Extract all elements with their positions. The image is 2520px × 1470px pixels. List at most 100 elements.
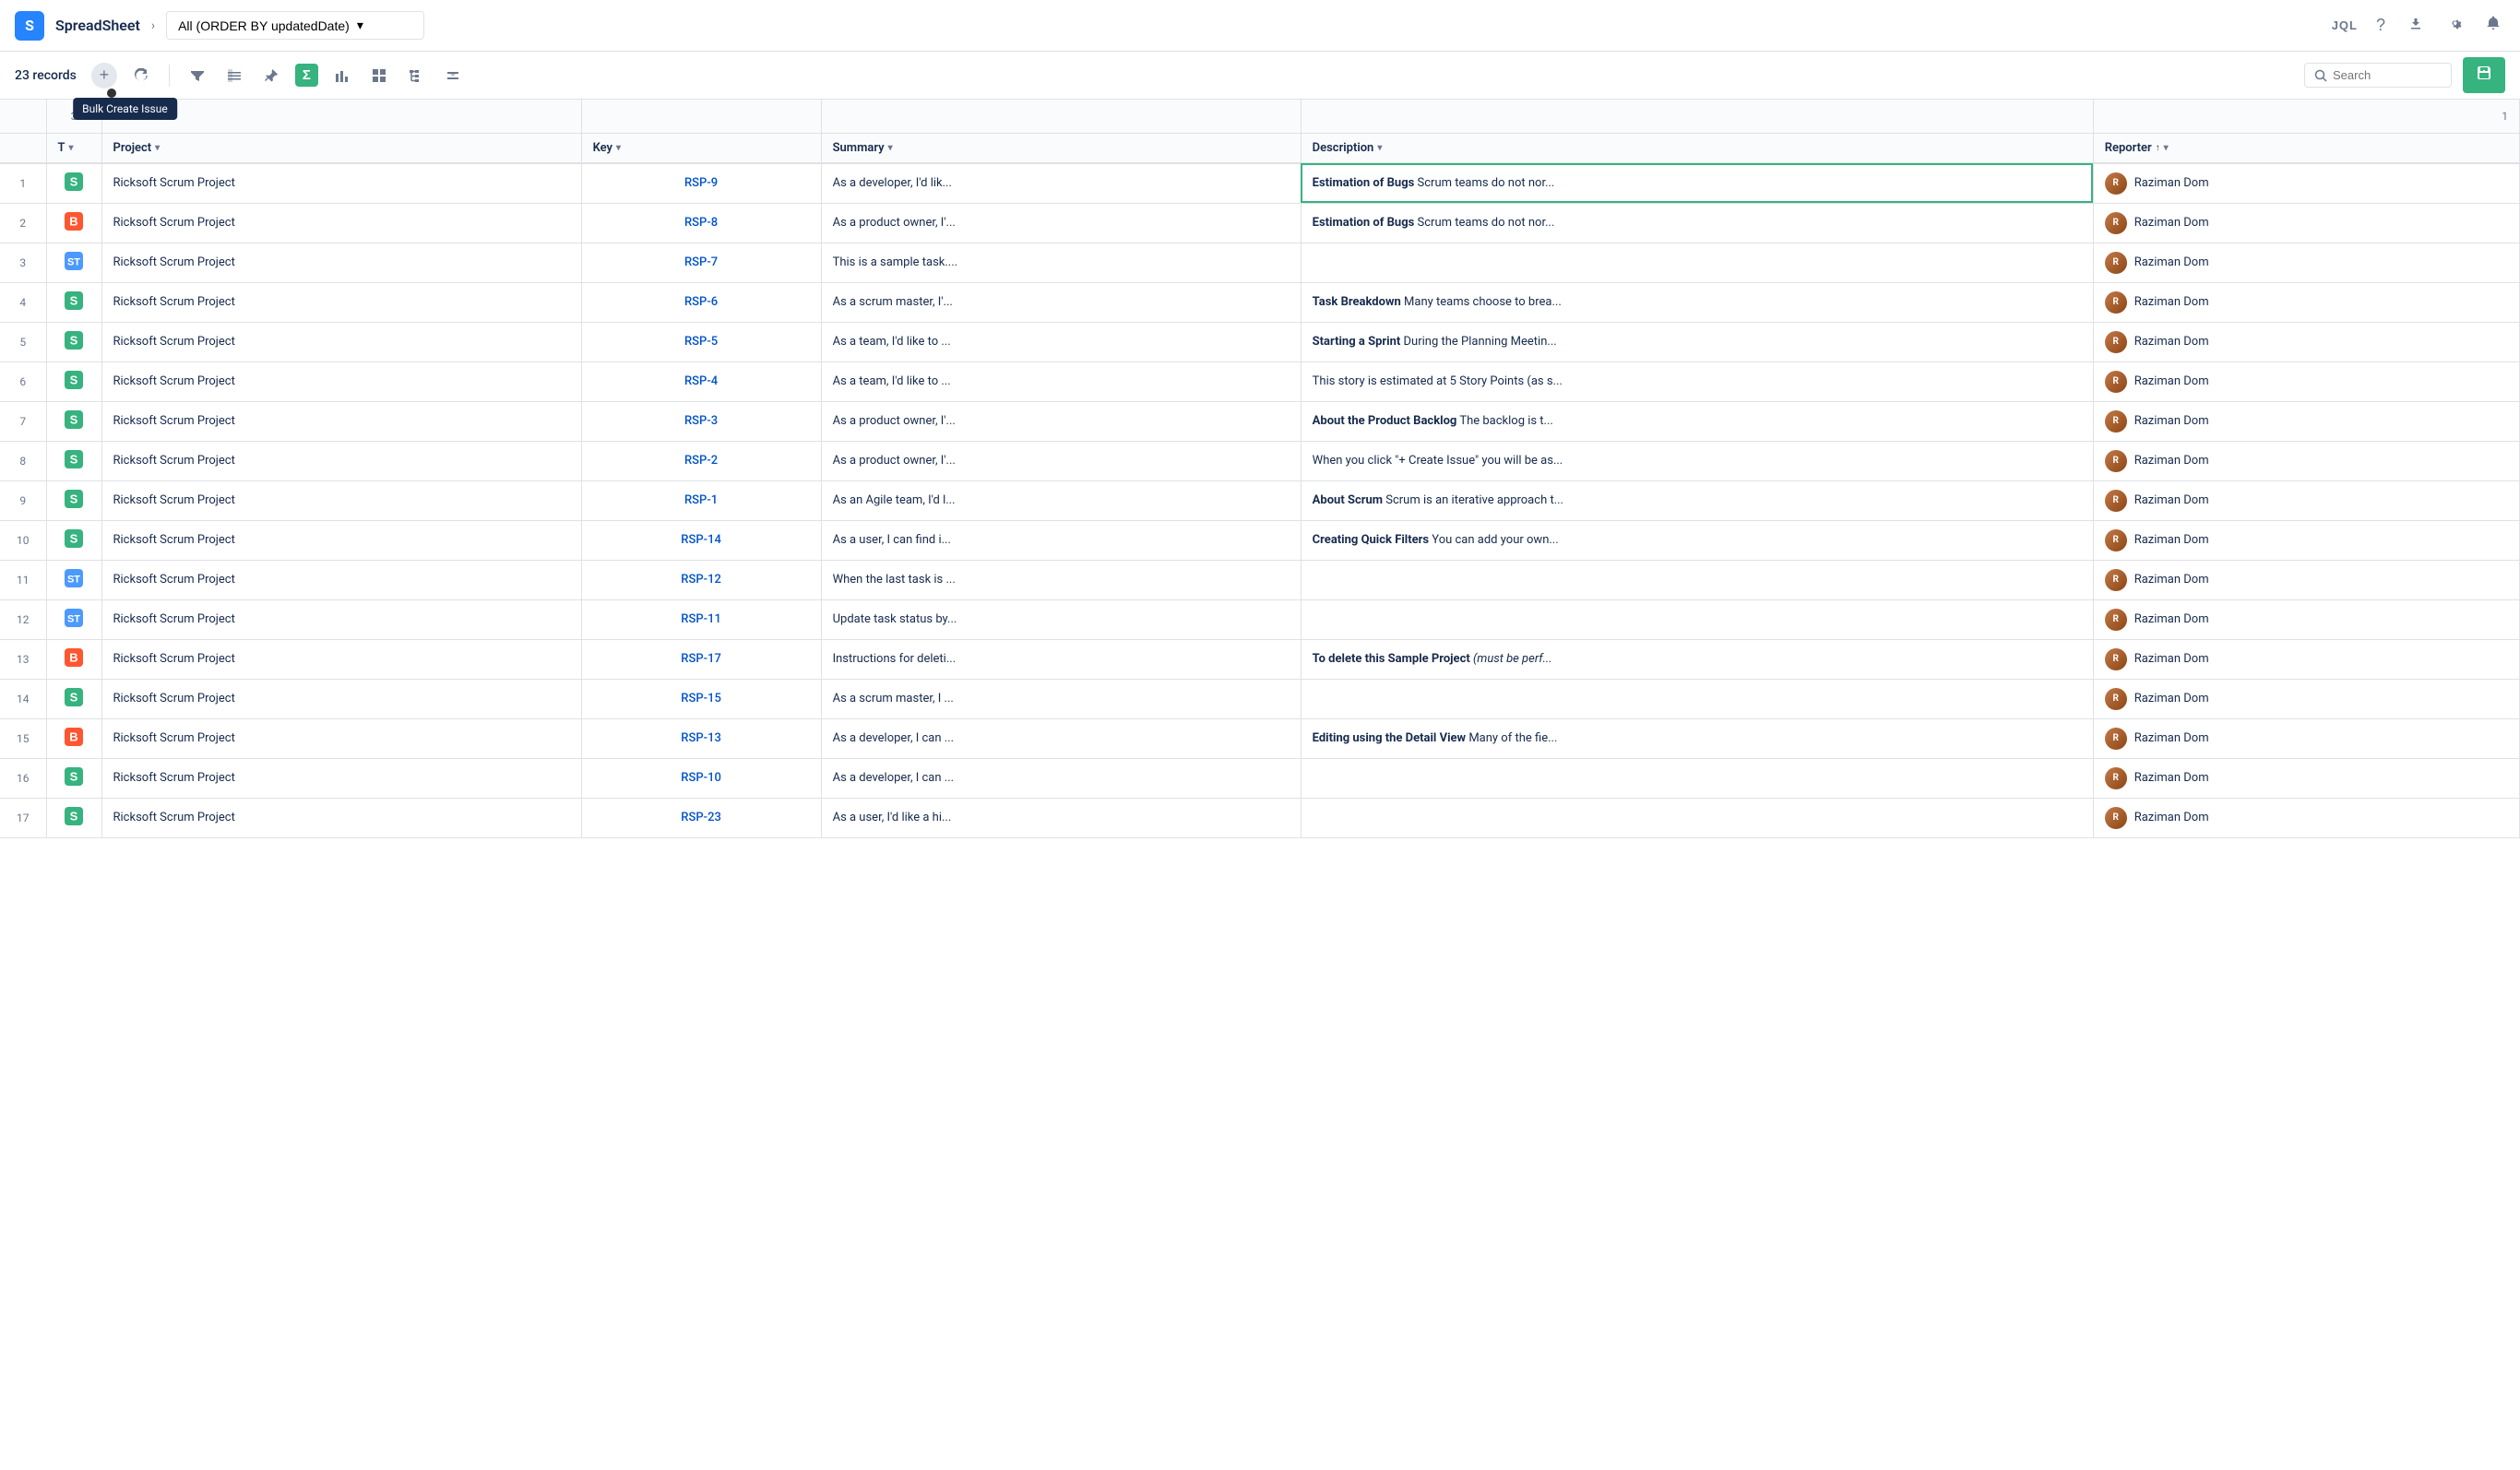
key-link[interactable]: RSP-3: [684, 414, 718, 428]
key-link[interactable]: RSP-15: [681, 692, 721, 705]
key-link[interactable]: RSP-13: [681, 731, 721, 745]
table-row[interactable]: 9SRicksoft Scrum ProjectRSP-1As an Agile…: [0, 480, 2520, 520]
logo-text: S: [25, 17, 34, 34]
table-row[interactable]: 8SRicksoft Scrum ProjectRSP-2As a produc…: [0, 441, 2520, 480]
col-header-summary[interactable]: Summary ▾: [821, 133, 1301, 163]
svg-text:S: S: [70, 333, 78, 347]
key-link[interactable]: RSP-10: [681, 771, 721, 785]
table-row[interactable]: 11STRicksoft Scrum ProjectRSP-12When the…: [0, 560, 2520, 599]
key-cell[interactable]: RSP-23: [581, 798, 821, 837]
table-row[interactable]: 5SRicksoft Scrum ProjectRSP-5As a team, …: [0, 322, 2520, 362]
description-sort[interactable]: Description ▾: [1313, 141, 2082, 155]
key-cell[interactable]: RSP-7: [581, 243, 821, 282]
reporter-content: RRaziman Dom: [2105, 252, 2508, 274]
table-row[interactable]: 4SRicksoft Scrum ProjectRSP-6As a scrum …: [0, 282, 2520, 322]
description-bold: Starting a Sprint: [1313, 335, 1401, 349]
bar-chart-button[interactable]: [329, 65, 355, 87]
description-cell: This story is estimated at 5 Story Point…: [1301, 362, 2093, 401]
summary-sort[interactable]: Summary ▾: [833, 141, 1290, 155]
key-cell[interactable]: RSP-4: [581, 362, 821, 401]
help-button[interactable]: ?: [2372, 12, 2389, 39]
col-header-key[interactable]: Key ▾: [581, 133, 821, 163]
description-bold: Estimation of Bugs: [1313, 176, 1415, 190]
key-link[interactable]: RSP-8: [684, 216, 718, 230]
download-button[interactable]: [2404, 11, 2428, 40]
hide-columns-button[interactable]: [221, 65, 247, 87]
refresh-button[interactable]: [128, 65, 154, 87]
summary-cell: As a developer, I'd lik...: [821, 163, 1301, 204]
key-cell[interactable]: RSP-14: [581, 520, 821, 560]
key-link[interactable]: RSP-17: [681, 652, 721, 666]
table-row[interactable]: 13BRicksoft Scrum ProjectRSP-17Instructi…: [0, 639, 2520, 679]
key-link[interactable]: RSP-1: [684, 493, 718, 507]
key-link[interactable]: RSP-4: [684, 374, 718, 388]
issue-type-cell: S: [46, 441, 101, 480]
table-row[interactable]: 1SRicksoft Scrum ProjectRSP-9As a develo…: [0, 163, 2520, 204]
col-header-reporter[interactable]: Reporter ↑ ▾: [2093, 133, 2519, 163]
key-cell[interactable]: RSP-2: [581, 441, 821, 480]
key-link[interactable]: RSP-12: [681, 573, 721, 587]
table-row[interactable]: 6SRicksoft Scrum ProjectRSP-4As a team, …: [0, 362, 2520, 401]
add-button[interactable]: +: [91, 63, 117, 89]
col-header-project[interactable]: Project ▾: [101, 133, 581, 163]
table-row[interactable]: 15BRicksoft Scrum ProjectRSP-13As a deve…: [0, 718, 2520, 758]
key-cell[interactable]: RSP-3: [581, 401, 821, 441]
key-cell[interactable]: RSP-8: [581, 203, 821, 243]
description-italic: (must be perf...: [1470, 652, 1552, 666]
key-sort[interactable]: Key ▾: [593, 141, 810, 155]
key-cell[interactable]: RSP-6: [581, 282, 821, 322]
table-row[interactable]: 14SRicksoft Scrum ProjectRSP-15As a scru…: [0, 679, 2520, 718]
table-row[interactable]: 10SRicksoft Scrum ProjectRSP-14As a user…: [0, 520, 2520, 560]
key-cell[interactable]: RSP-11: [581, 599, 821, 639]
col-header-type[interactable]: T ▾: [46, 133, 101, 163]
key-link[interactable]: RSP-2: [684, 454, 718, 468]
key-cell[interactable]: RSP-13: [581, 718, 821, 758]
issue-type-cell: S: [46, 758, 101, 798]
description-col-label: Description: [1313, 141, 1374, 155]
row-number: 11: [0, 560, 46, 599]
key-cell[interactable]: RSP-1: [581, 480, 821, 520]
col-header-description[interactable]: Description ▾: [1301, 133, 2093, 163]
key-link[interactable]: RSP-9: [684, 176, 718, 190]
table-row[interactable]: 12STRicksoft Scrum ProjectRSP-11Update t…: [0, 599, 2520, 639]
table-container[interactable]: 3 1 T ▾ Project ▾: [0, 100, 2520, 1470]
pin-button[interactable]: [258, 65, 284, 87]
table-row[interactable]: 2BRicksoft Scrum ProjectRSP-8As a produc…: [0, 203, 2520, 243]
key-link[interactable]: RSP-6: [684, 295, 718, 309]
key-cell[interactable]: RSP-5: [581, 322, 821, 362]
grid-view-button[interactable]: [366, 65, 392, 87]
table-row[interactable]: 3STRicksoft Scrum ProjectRSP-7This is a …: [0, 243, 2520, 282]
avatar: R: [2105, 410, 2127, 433]
key-cell[interactable]: RSP-17: [581, 639, 821, 679]
table-row[interactable]: 7SRicksoft Scrum ProjectRSP-3As a produc…: [0, 401, 2520, 441]
reporter-cell: RRaziman Dom: [2093, 639, 2519, 679]
key-cell[interactable]: RSP-10: [581, 758, 821, 798]
key-link[interactable]: RSP-11: [681, 612, 721, 626]
key-cell[interactable]: RSP-9: [581, 163, 821, 204]
aggregate-button[interactable]: Σ: [295, 64, 318, 87]
svg-text:ST: ST: [67, 256, 80, 267]
table-row[interactable]: 17SRicksoft Scrum ProjectRSP-23As a user…: [0, 798, 2520, 837]
collapse-button[interactable]: [440, 65, 466, 87]
key-link[interactable]: RSP-7: [684, 255, 718, 269]
notifications-button[interactable]: [2481, 11, 2505, 40]
key-link[interactable]: RSP-23: [681, 811, 721, 824]
key-link[interactable]: RSP-5: [684, 335, 718, 349]
tree-view-button[interactable]: [403, 65, 429, 87]
table-row[interactable]: 16SRicksoft Scrum ProjectRSP-10As a deve…: [0, 758, 2520, 798]
key-link[interactable]: RSP-14: [681, 533, 721, 547]
settings-button[interactable]: [2443, 11, 2467, 40]
save-button[interactable]: [2463, 57, 2505, 93]
num-row-key: [581, 100, 821, 133]
jql-button[interactable]: JQL: [2332, 18, 2358, 32]
project-cell: Ricksoft Scrum Project: [101, 718, 581, 758]
filter-dropdown[interactable]: All (ORDER BY updatedDate) ▾: [166, 11, 424, 40]
filter-button[interactable]: [184, 65, 210, 87]
type-sort[interactable]: T ▾: [58, 141, 90, 155]
avatar: R: [2105, 371, 2127, 393]
project-sort[interactable]: Project ▾: [113, 141, 570, 155]
key-cell[interactable]: RSP-12: [581, 560, 821, 599]
search-input[interactable]: [2333, 68, 2425, 82]
reporter-sort[interactable]: Reporter ↑ ▾: [2105, 141, 2508, 155]
key-cell[interactable]: RSP-15: [581, 679, 821, 718]
